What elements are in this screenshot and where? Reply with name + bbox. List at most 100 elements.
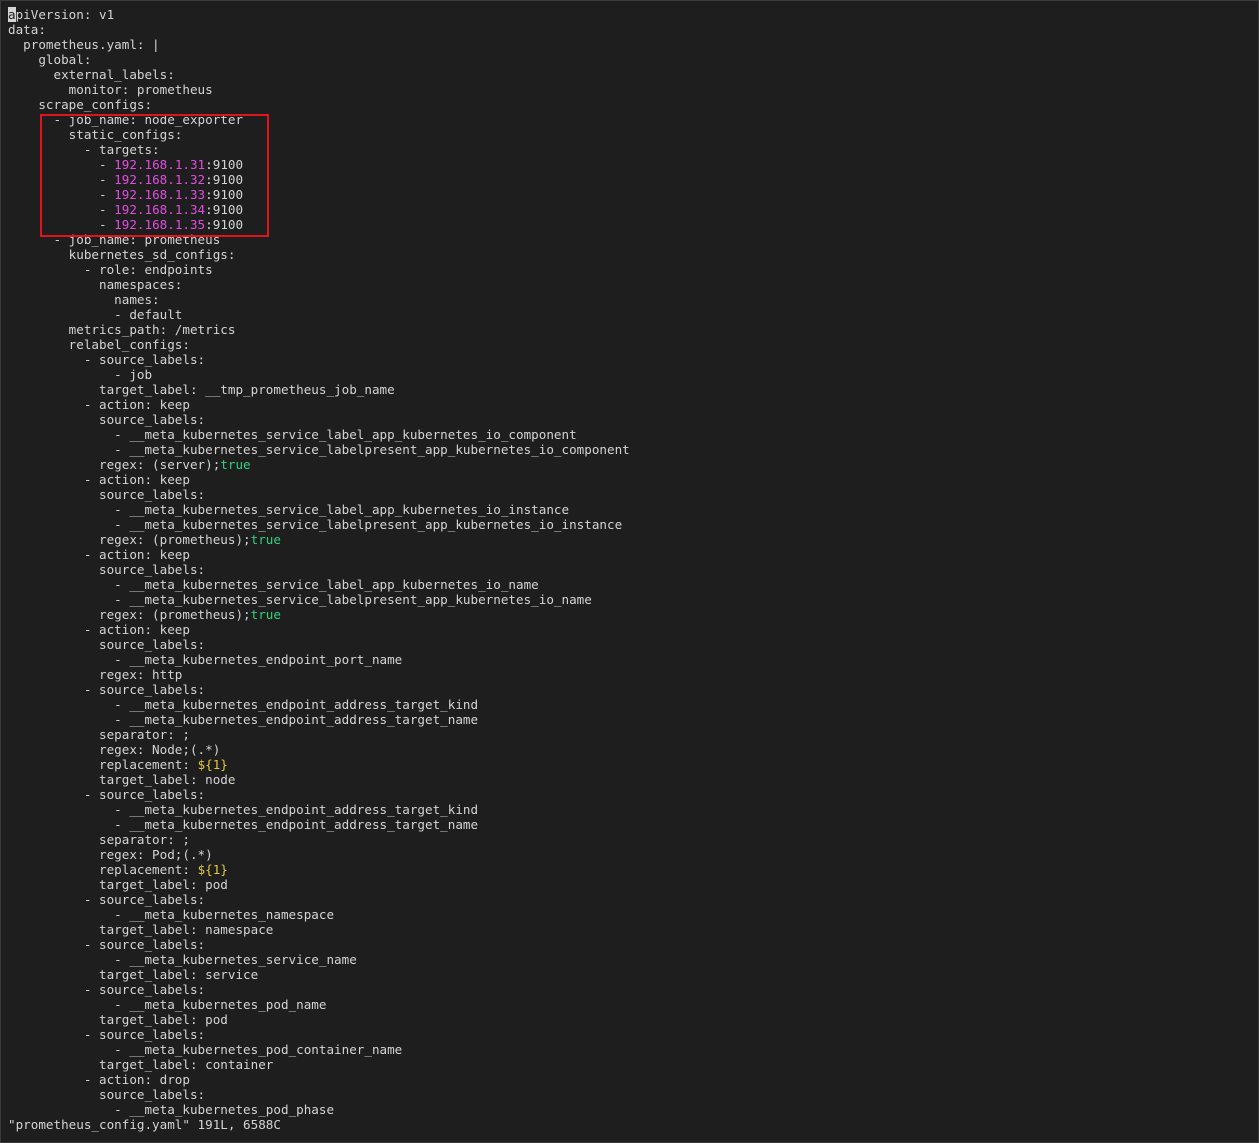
code-line[interactable]: - __meta_kubernetes_endpoint_address_tar… — [8, 817, 630, 832]
code-line[interactable]: global: — [8, 52, 630, 67]
code-line[interactable]: - __meta_kubernetes_namespace — [8, 907, 630, 922]
code-line[interactable]: target_label: service — [8, 967, 630, 982]
code-line[interactable]: regex: (server);true — [8, 457, 630, 472]
code-line[interactable]: names: — [8, 292, 630, 307]
code-line[interactable]: metrics_path: /metrics — [8, 322, 630, 337]
code-token-plain: regex: (server); — [8, 457, 221, 472]
code-line[interactable]: target_label: __tmp_prometheus_job_name — [8, 382, 630, 397]
code-line[interactable]: target_label: pod — [8, 1012, 630, 1027]
code-line[interactable]: - __meta_kubernetes_service_label_app_ku… — [8, 577, 630, 592]
code-line[interactable]: regex: (prometheus);true — [8, 532, 630, 547]
code-line[interactable]: target_label: node — [8, 772, 630, 787]
code-line[interactable]: data: — [8, 22, 630, 37]
code-token-plain: - __meta_kubernetes_service_label_app_ku… — [8, 577, 539, 592]
code-line[interactable]: - action: keep — [8, 622, 630, 637]
code-token-plain: regex: (prometheus); — [8, 607, 251, 622]
code-line[interactable]: - job — [8, 367, 630, 382]
code-line[interactable]: - __meta_kubernetes_endpoint_address_tar… — [8, 697, 630, 712]
code-line[interactable]: - __meta_kubernetes_pod_container_name — [8, 1042, 630, 1057]
code-line[interactable]: - targets: — [8, 142, 630, 157]
code-line[interactable]: - __meta_kubernetes_service_labelpresent… — [8, 517, 630, 532]
code-line[interactable]: regex: (prometheus);true — [8, 607, 630, 622]
code-line[interactable]: source_labels: — [8, 637, 630, 652]
code-token-plain: - __meta_kubernetes_endpoint_address_tar… — [8, 802, 479, 817]
code-token-var: ${1} — [197, 757, 228, 772]
code-token-ip: 192.168.1.35 — [114, 217, 206, 232]
code-line[interactable]: - __meta_kubernetes_endpoint_address_tar… — [8, 712, 630, 727]
terminal-window[interactable]: apiVersion: v1 data: prometheus.yaml: | g… — [0, 0, 1259, 1143]
code-token-plain: - __meta_kubernetes_endpoint_port_name — [8, 652, 403, 667]
code-token-plain: global: — [8, 52, 92, 67]
code-line[interactable]: replacement: ${1} — [8, 757, 630, 772]
code-token-plain: :9100 — [205, 202, 244, 217]
code-token-plain: - job_name: prometheus — [8, 232, 221, 247]
code-line[interactable]: scrape_configs: — [8, 97, 630, 112]
code-line[interactable]: prometheus.yaml: | — [8, 37, 630, 52]
code-line[interactable]: - job_name: prometheus — [8, 232, 630, 247]
code-token-ip: 192.168.1.32 — [114, 172, 206, 187]
code-line[interactable]: - __meta_kubernetes_service_name — [8, 952, 630, 967]
code-line[interactable]: - source_labels: — [8, 352, 630, 367]
code-line[interactable]: separator: ; — [8, 832, 630, 847]
code-line[interactable]: separator: ; — [8, 727, 630, 742]
code-line[interactable]: - action: drop — [8, 1072, 630, 1087]
code-line[interactable]: - source_labels: — [8, 937, 630, 952]
code-token-bool: true — [250, 607, 281, 622]
code-token-ip: 192.168.1.31 — [114, 157, 206, 172]
code-line[interactable]: source_labels: — [8, 562, 630, 577]
code-line[interactable]: static_configs: — [8, 127, 630, 142]
code-line[interactable]: - source_labels: — [8, 982, 630, 997]
code-line[interactable]: - default — [8, 307, 630, 322]
code-token-plain: data: — [8, 22, 46, 37]
code-line[interactable]: - action: keep — [8, 472, 630, 487]
code-line[interactable]: source_labels: — [8, 1087, 630, 1102]
code-token-plain: kubernetes_sd_configs: — [8, 247, 236, 262]
code-line[interactable]: regex: Node;(.*) — [8, 742, 630, 757]
code-token-plain: regex: http — [8, 667, 183, 682]
code-line[interactable]: - source_labels: — [8, 682, 630, 697]
code-line[interactable]: - __meta_kubernetes_endpoint_address_tar… — [8, 802, 630, 817]
code-line[interactable]: external_labels: — [8, 67, 630, 82]
code-line[interactable]: - action: keep — [8, 547, 630, 562]
code-line[interactable]: target_label: pod — [8, 877, 630, 892]
code-line[interactable]: relabel_configs: — [8, 337, 630, 352]
code-token-plain: - source_labels: — [8, 937, 206, 952]
code-line[interactable]: - __meta_kubernetes_endpoint_port_name — [8, 652, 630, 667]
code-line[interactable]: source_labels: — [8, 412, 630, 427]
code-line[interactable]: target_label: namespace — [8, 922, 630, 937]
code-line[interactable]: target_label: container — [8, 1057, 630, 1072]
code-token-plain: source_labels: — [8, 487, 206, 502]
code-line[interactable]: - 192.168.1.32:9100 — [8, 172, 630, 187]
code-line[interactable]: regex: Pod;(.*) — [8, 847, 630, 862]
code-token-plain: - source_labels: — [8, 1027, 206, 1042]
code-line[interactable]: - 192.168.1.34:9100 — [8, 202, 630, 217]
code-token-plain: :9100 — [205, 172, 244, 187]
code-line[interactable]: - __meta_kubernetes_pod_name — [8, 997, 630, 1012]
code-token-var: ${1} — [197, 862, 228, 877]
code-line[interactable]: namespaces: — [8, 277, 630, 292]
code-token-plain: - action: keep — [8, 472, 190, 487]
code-line[interactable]: - job_name: node_exporter — [8, 112, 630, 127]
code-token-plain: - job — [8, 367, 153, 382]
code-line[interactable]: - __meta_kubernetes_pod_phase — [8, 1102, 630, 1117]
code-line[interactable]: replacement: ${1} — [8, 862, 630, 877]
code-line[interactable]: - source_labels: — [8, 787, 630, 802]
code-line[interactable]: regex: http — [8, 667, 630, 682]
code-line[interactable]: - __meta_kubernetes_service_labelpresent… — [8, 592, 630, 607]
code-line[interactable]: - __meta_kubernetes_service_labelpresent… — [8, 442, 630, 457]
code-line[interactable]: - action: keep — [8, 397, 630, 412]
code-line[interactable]: - 192.168.1.31:9100 — [8, 157, 630, 172]
code-line[interactable]: - __meta_kubernetes_service_label_app_ku… — [8, 502, 630, 517]
code-line[interactable]: monitor: prometheus — [8, 82, 630, 97]
code-line[interactable]: - role: endpoints — [8, 262, 630, 277]
code-token-plain: - job_name: node_exporter — [8, 112, 244, 127]
code-line[interactable]: source_labels: — [8, 487, 630, 502]
code-line[interactable]: - 192.168.1.35:9100 — [8, 217, 630, 232]
vim-editor-buffer[interactable]: apiVersion: v1 data: prometheus.yaml: | g… — [8, 7, 630, 1117]
code-line[interactable]: - source_labels: — [8, 1027, 630, 1042]
code-line[interactable]: - __meta_kubernetes_service_label_app_ku… — [8, 427, 630, 442]
code-line[interactable]: apiVersion: v1 — [8, 7, 630, 22]
code-line[interactable]: - source_labels: — [8, 892, 630, 907]
code-line[interactable]: - 192.168.1.33:9100 — [8, 187, 630, 202]
code-line[interactable]: kubernetes_sd_configs: — [8, 247, 630, 262]
